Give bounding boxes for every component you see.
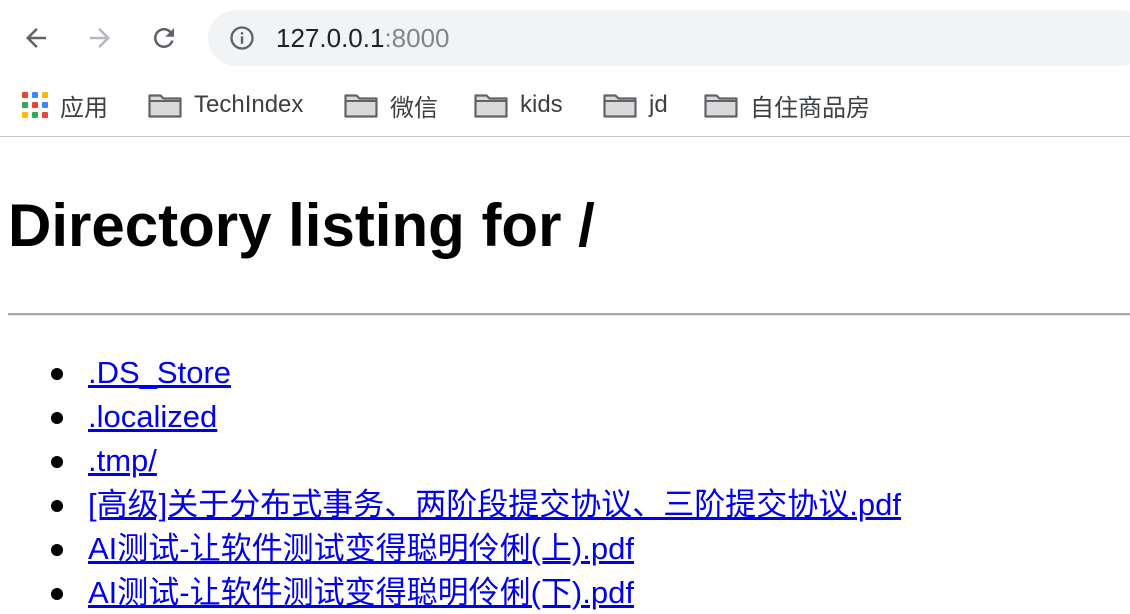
reload-icon — [154, 28, 174, 48]
address-bar[interactable]: 127.0.0.1:8000 — [208, 10, 1130, 66]
bookmark-label: 自住商品房 — [750, 94, 870, 122]
file-link[interactable]: .localized — [88, 398, 217, 436]
file-link[interactable]: .DS_Store — [88, 354, 231, 392]
folder-icon — [344, 94, 378, 118]
folder-icon — [704, 94, 738, 118]
bullet-icon — [51, 412, 63, 424]
apps-grid-dot — [22, 92, 28, 98]
bookmark-zizhu-shangpinfang[interactable]: 自住商品房 — [704, 87, 870, 123]
bullet-icon — [51, 588, 63, 600]
file-link[interactable]: AI测试-让软件测试变得聪明伶俐(上).pdf — [88, 530, 634, 568]
url-text[interactable]: 127.0.0.1:8000 — [276, 23, 450, 53]
bullet-icon — [51, 500, 63, 512]
bullet-icon — [51, 544, 63, 556]
back-arrow-icon — [26, 28, 46, 48]
info-icon[interactable] — [228, 24, 256, 52]
folder-icon — [148, 94, 182, 118]
folder-icon — [474, 94, 508, 118]
apps-grid-dot — [22, 102, 28, 108]
apps-grid-dot — [32, 102, 38, 108]
browser-toolbar: 127.0.0.1:8000 — [0, 0, 1130, 76]
apps-grid-dot — [22, 112, 28, 118]
forward-arrow-icon — [90, 28, 110, 48]
bullet-icon — [51, 368, 63, 380]
url-port: :8000 — [384, 23, 450, 53]
file-link[interactable]: AI测试-让软件测试变得聪明伶俐(下).pdf — [88, 574, 634, 612]
apps-grid-dot — [32, 92, 38, 98]
bookmarks-bar: 应用 TechIndex 微信 kids jd 自住商品房 — [0, 76, 1130, 137]
bookmark-label: TechIndex — [194, 91, 304, 118]
apps-grid-dot — [42, 92, 48, 98]
bookmark-kids[interactable]: kids — [474, 87, 563, 123]
file-link[interactable]: .tmp/ — [88, 442, 157, 480]
bookmark-label: 应用 — [60, 94, 108, 122]
bullet-icon — [51, 456, 63, 468]
bookmark-techindex[interactable]: TechIndex — [148, 87, 303, 123]
page-title: Directory listing for / — [8, 192, 595, 259]
apps-grid-dot — [32, 112, 38, 118]
bookmark-label: 微信 — [390, 94, 438, 122]
bookmark-jd[interactable]: jd — [603, 87, 668, 123]
bookmark-weixin[interactable]: 微信 — [344, 87, 438, 123]
apps-grid-dot — [42, 112, 48, 118]
file-link[interactable]: [高级]关于分布式事务、两阶段提交协议、三阶提交协议.pdf — [88, 486, 901, 524]
bookmark-apps[interactable]: 应用 — [22, 87, 108, 123]
bookmark-label: kids — [520, 91, 563, 118]
forward-button[interactable] — [80, 18, 120, 58]
folder-icon — [603, 94, 637, 118]
reload-button[interactable] — [144, 18, 184, 58]
horizontal-rule — [8, 313, 1130, 316]
apps-grid-icon — [22, 92, 48, 118]
url-host: 127.0.0.1 — [276, 23, 385, 53]
bookmark-label: jd — [649, 91, 668, 118]
back-button[interactable] — [16, 18, 56, 58]
apps-grid-dot — [42, 102, 48, 108]
